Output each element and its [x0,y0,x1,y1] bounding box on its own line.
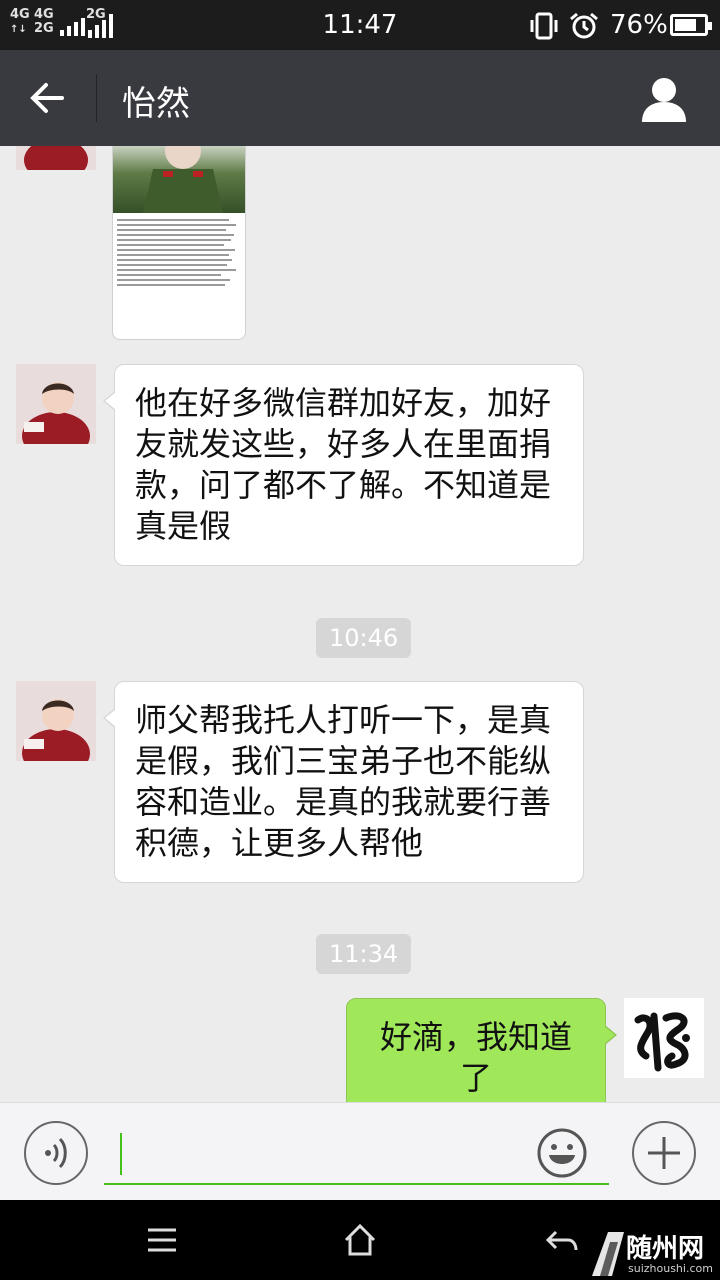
message-time-stamp: 10:46 [316,618,412,658]
contact-avatar[interactable] [16,146,96,170]
site-watermark-logo: 随州网 suizhoushi.com [588,1228,718,1278]
message-input[interactable] [104,1123,609,1185]
title-divider [96,74,97,122]
alarm-icon [570,12,598,39]
message-bubble-incoming[interactable]: 他在好多微信群加好友，加好友就发这些，好多人在里面捐款，问了都不了解。不知道是真… [103,364,584,566]
contact-avatar[interactable] [16,364,96,444]
vibrate-icon [530,12,558,40]
battery-percent: 76% [610,10,668,40]
person-icon[interactable] [636,72,692,128]
watermark-subtext: suizhoushi.com [628,1262,713,1275]
back-arrow-icon[interactable] [18,68,78,128]
contact-avatar[interactable] [16,681,96,761]
image-message[interactable] [112,146,246,340]
voice-icon[interactable] [24,1121,88,1185]
plus-icon[interactable] [632,1121,696,1185]
menu-icon[interactable] [142,1220,182,1260]
battery-icon [670,14,712,36]
back-icon[interactable] [542,1220,582,1260]
home-icon[interactable] [340,1220,380,1260]
message-input-bar [0,1102,720,1200]
watermark-icon [592,1232,624,1276]
message-bubble-outgoing[interactable]: 好滴，我知道了 [346,998,617,1102]
my-avatar[interactable] [624,998,704,1078]
chat-title: 怡然 [122,84,190,124]
emoji-icon[interactable] [536,1127,588,1179]
chat-header: 怡然 [0,50,720,146]
text-cursor [120,1133,122,1175]
message-bubble-incoming[interactable]: 师父帮我托人打听一下，是真是假，我们三宝弟子也不能纵容和造业。是真的我就要行善积… [103,681,584,883]
message-time-stamp: 11:34 [316,934,412,974]
watermark-text: 随州网 [626,1234,705,1264]
status-bar: 4G ↑↓ 4G 2G 2G 11:47 76% [0,0,720,50]
chat-message-list[interactable]: 他在好多微信群加好友，加好友就发这些，好多人在里面捐款，问了都不了解。不知道是真… [0,146,720,1102]
